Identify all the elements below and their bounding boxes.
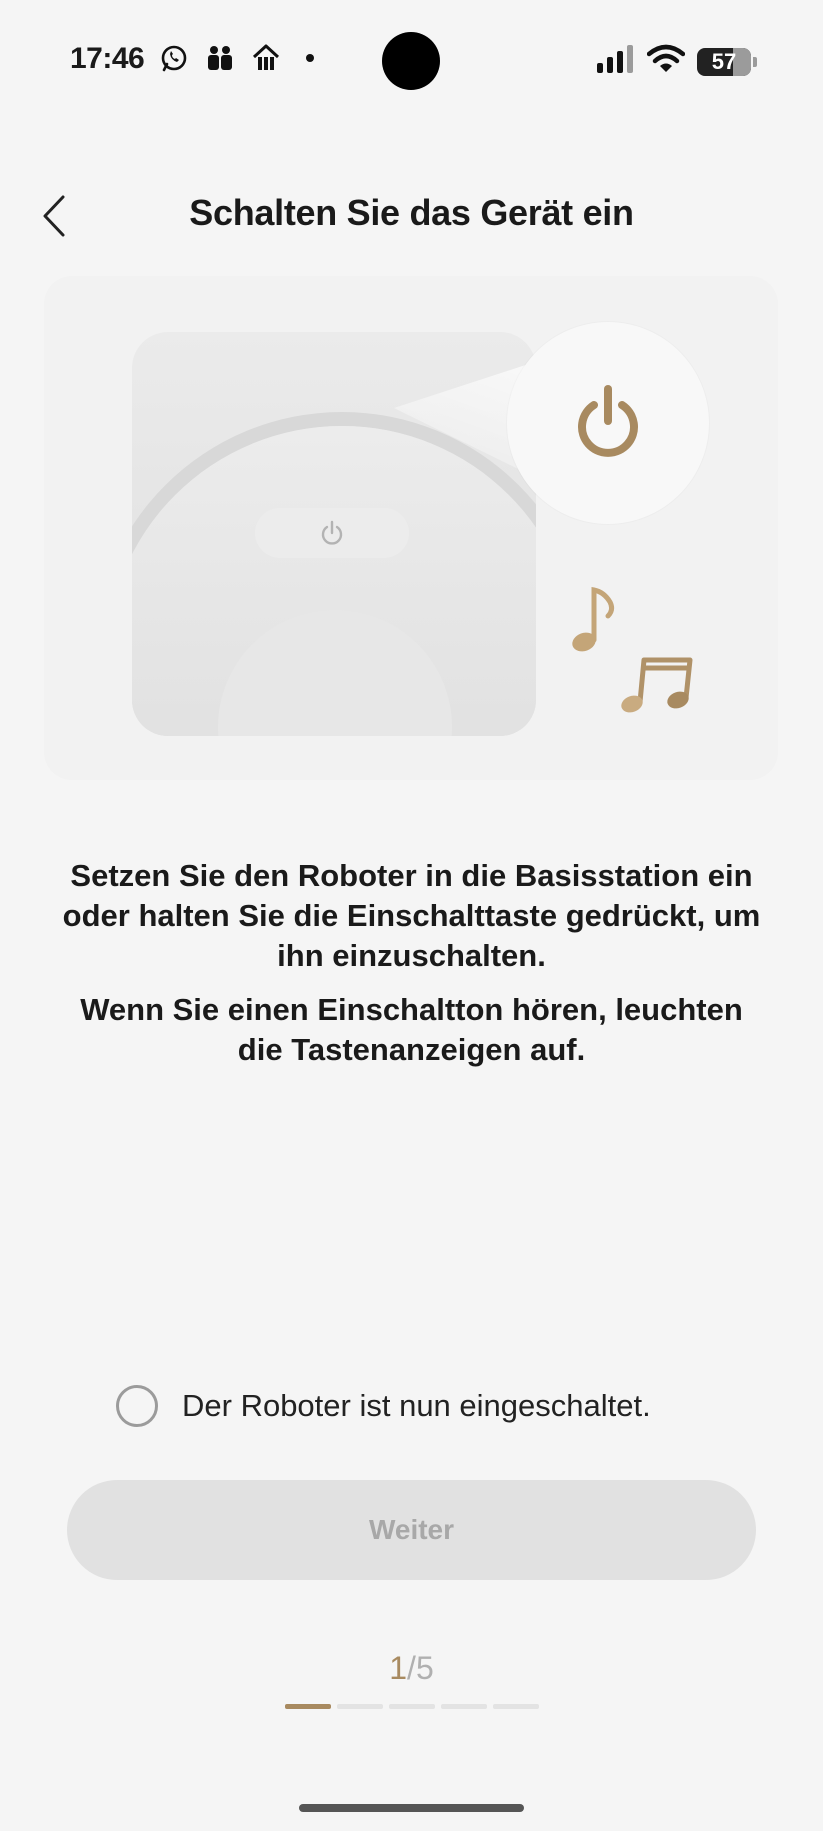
lieferando-icon — [250, 42, 282, 74]
power-icon — [321, 520, 343, 545]
step-separator: / — [407, 1650, 416, 1686]
progress-segment — [285, 1704, 331, 1709]
contacts-icon — [204, 42, 236, 74]
music-note-icon — [572, 586, 615, 652]
battery-tip — [753, 56, 757, 67]
current-step: 1 — [389, 1650, 408, 1686]
instructions: Setzen Sie den Roboter in die Basisstati… — [60, 856, 763, 1070]
confirm-radio[interactable] — [116, 1385, 158, 1427]
power-icon — [578, 385, 638, 457]
status-notification-icons — [158, 42, 314, 74]
step-indicator: 1/5 — [0, 1650, 823, 1687]
power-button-zoom — [507, 322, 709, 524]
whatsapp-icon — [158, 42, 190, 74]
camera-cutout — [382, 32, 440, 90]
device-illustration — [44, 276, 778, 780]
status-time: 17:46 — [70, 42, 145, 75]
instruction-hint: Wenn Sie einen Einschaltton hören, leuch… — [80, 992, 743, 1067]
step-progress — [285, 1704, 539, 1709]
header: Schalten Sie das Gerät ein — [0, 180, 823, 250]
notification-dot — [306, 54, 314, 62]
total-steps: 5 — [415, 1650, 434, 1686]
confirm-label: Der Roboter ist nun eingeschaltet. — [182, 1388, 651, 1423]
progress-segment — [441, 1704, 487, 1709]
wifi-icon — [646, 44, 686, 79]
status-system-icons: 57 — [597, 44, 757, 79]
battery-level: 57 — [711, 48, 737, 74]
battery-icon: 57 — [697, 47, 751, 76]
signal-icon — [597, 45, 635, 78]
progress-segment — [337, 1704, 383, 1709]
progress-segment — [493, 1704, 539, 1709]
power-on-confirm[interactable]: Der Roboter ist nun eingeschaltet. — [116, 1384, 651, 1428]
status-bar: 17:46 57 — [0, 0, 823, 120]
page-title: Schalten Sie das Gerät ein — [189, 192, 634, 233]
music-notes-icon — [621, 657, 693, 713]
screen: 17:46 57 Schalten Sie das Gerät ein Setz… — [0, 0, 823, 1831]
robot-power-button — [255, 508, 409, 558]
progress-segment — [389, 1704, 435, 1709]
instruction-text: Setzen Sie den Roboter in die Basisstati… — [62, 858, 761, 973]
home-indicator[interactable] — [299, 1804, 524, 1812]
next-button[interactable]: Weiter — [67, 1480, 756, 1580]
